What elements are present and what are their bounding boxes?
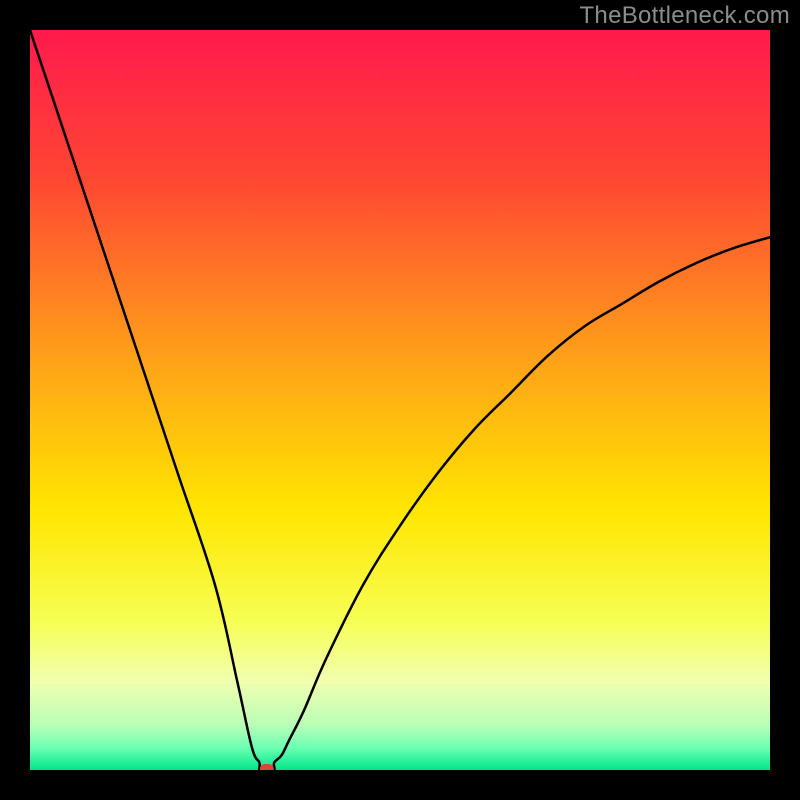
plot-background	[30, 30, 770, 770]
site-watermark: TheBottleneck.com	[579, 2, 790, 30]
bottleneck-plot-svg	[30, 30, 770, 770]
plot-area	[30, 30, 770, 770]
chart-container: TheBottleneck.com	[0, 0, 800, 800]
